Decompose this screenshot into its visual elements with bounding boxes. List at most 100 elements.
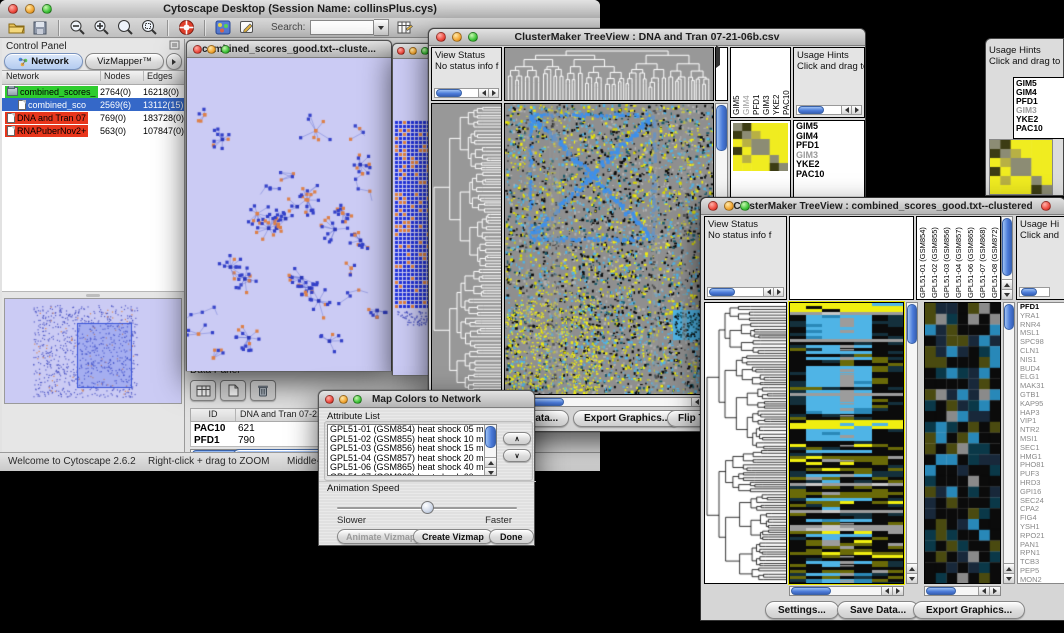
tv1-export-graphics-button[interactable]: Export Graphics...: [573, 410, 681, 427]
tab-overflow-button[interactable]: [166, 53, 182, 70]
tv2-zoom-scrollbar[interactable]: [1003, 302, 1015, 584]
tv1-corner-strip: [715, 47, 728, 101]
minimize-button[interactable]: [724, 201, 734, 211]
scroll-left-icon: [978, 587, 989, 595]
corner-mini-matrix[interactable]: [989, 139, 1053, 195]
tv2-vscrollbar[interactable]: [906, 302, 918, 584]
network-canvas[interactable]: [187, 58, 391, 371]
zoom-selected-icon[interactable]: [139, 19, 159, 37]
open-file-icon[interactable]: [6, 19, 26, 37]
rotated-gene-label: PFD1: [752, 50, 762, 115]
rotated-gene-label: GIM4: [742, 50, 752, 115]
tv2-column-dendrogram[interactable]: [789, 216, 914, 300]
zoom-button[interactable]: [221, 45, 230, 54]
treeview1-titlebar[interactable]: ClusterMaker TreeView : DNA and Tran 07-…: [429, 29, 865, 46]
scroll-right-icon: [989, 587, 1000, 595]
map-dialog-titlebar[interactable]: Map Colors to Network: [319, 391, 534, 408]
zoom-button[interactable]: [468, 32, 478, 42]
zoom-button[interactable]: [42, 4, 52, 14]
network-row[interactable]: combined_sco 2569(6) 13112(15): [2, 98, 184, 111]
network-row[interactable]: RNAPuberNov2+ 563(0) 107847(0): [2, 124, 184, 137]
zoom-fit-icon[interactable]: [115, 19, 135, 37]
network-row[interactable]: combined_scores_ 2764(0) 16218(0): [2, 85, 184, 98]
create-vizmap-button[interactable]: Create Vizmap: [413, 529, 493, 544]
minimize-button[interactable]: [409, 47, 417, 55]
cytoscape-titlebar[interactable]: Cytoscape Desktop (Session Name: collins…: [0, 0, 600, 19]
gene-label[interactable]: PAC10: [1016, 124, 1064, 133]
network-edges: 13112(15): [143, 100, 185, 110]
attribute-list-scrollbar[interactable]: [484, 425, 496, 476]
animation-speed-slider[interactable]: [337, 501, 517, 515]
tv1-status-scrollbar[interactable]: [434, 88, 499, 98]
minimize-button[interactable]: [339, 395, 348, 404]
search-dropdown-button[interactable]: [374, 19, 389, 36]
tv2-export-graphics-button[interactable]: Export Graphics...: [913, 601, 1025, 619]
save-icon[interactable]: [30, 19, 50, 37]
network-view-titlebar[interactable]: combined_scores_good.txt--cluste...: [187, 41, 391, 58]
close-button[interactable]: [397, 47, 405, 55]
treeview2-title: ClusterMaker TreeView : combined_scores_…: [701, 201, 1064, 212]
network-view-window: combined_scores_good.txt--cluste...: [186, 40, 392, 371]
zoom-button[interactable]: [740, 201, 750, 211]
tv2-row-dendrogram[interactable]: [704, 302, 787, 584]
tv1-rotated-gene-labels[interactable]: GIM5GIM4PFD1GIM3YKE2PAC10: [730, 47, 791, 118]
tv2-zoom-heatmap[interactable]: [924, 302, 1001, 584]
animation-speed-label: Animation Speed: [327, 483, 399, 494]
treeview2-titlebar[interactable]: ClusterMaker TreeView : combined_scores_…: [701, 198, 1064, 215]
zoom-out-icon[interactable]: [67, 19, 87, 37]
slider-thumb[interactable]: [421, 501, 434, 514]
tv2-status-scrollbar[interactable]: [707, 287, 784, 297]
tv2-hints-scrollbar[interactable]: [1019, 287, 1050, 297]
attribute-table-icon[interactable]: [395, 19, 415, 37]
tv1-usage-hints: Usage Hints Click and drag to: [793, 47, 865, 118]
tv2-save-data-button[interactable]: Save Data...: [837, 601, 919, 619]
col-edges: Edges: [143, 71, 173, 81]
scroll-down-icon: [1002, 289, 1012, 299]
vizmap-nodes-icon[interactable]: [213, 19, 233, 37]
tab-network[interactable]: Network: [4, 53, 83, 70]
tab-vizmapper[interactable]: VizMapper™: [85, 53, 164, 70]
gene-label[interactable]: PAC10: [796, 170, 862, 180]
annotation-icon[interactable]: [237, 19, 257, 37]
move-attribute-up-button[interactable]: ∧: [503, 432, 531, 445]
tv2-usage-hints: Usage Hi Click and: [1016, 216, 1064, 300]
close-button[interactable]: [708, 201, 718, 211]
tv1-mini-matrix[interactable]: [733, 123, 788, 171]
tv1-hints-scrollbar[interactable]: [796, 105, 862, 115]
status-welcome: Welcome to Cytoscape 2.6.2: [8, 456, 136, 467]
tv1-heatmap[interactable]: [504, 103, 714, 395]
tv1-column-dendrogram[interactable]: [504, 47, 714, 101]
table-mode-icon[interactable]: [190, 380, 216, 401]
gene-label[interactable]: MON2: [1020, 576, 1062, 584]
close-button[interactable]: [325, 395, 334, 404]
minimize-button[interactable]: [452, 32, 462, 42]
minimize-button[interactable]: [25, 4, 35, 14]
minimize-button[interactable]: [207, 45, 216, 54]
close-button[interactable]: [436, 32, 446, 42]
network-row[interactable]: DNA and Tran 07 769(0) 183728(0): [2, 111, 184, 124]
background-network-canvas[interactable]: [393, 59, 431, 375]
attribute-item[interactable]: GPL51-07 (GSM868) heat shock 60 min: [328, 473, 496, 477]
search-input[interactable]: [310, 20, 374, 35]
close-button[interactable]: [8, 4, 18, 14]
zoom-button[interactable]: [353, 395, 362, 404]
animate-vizmap-button[interactable]: Animate Vizmap: [337, 529, 424, 544]
tv2-settings-button[interactable]: Settings...: [765, 601, 839, 619]
tv1-row-dendrogram[interactable]: [431, 103, 502, 395]
background-network-titlebar[interactable]: [393, 44, 431, 59]
move-attribute-down-button[interactable]: ∨: [503, 449, 531, 462]
tv2-labels-scrollbar[interactable]: [1001, 216, 1013, 300]
treeview2-window: ClusterMaker TreeView : combined_scores_…: [700, 197, 1064, 621]
tv2-array-labels[interactable]: GPL51-01 (GSM854)GPL51-02 (GSM855)GPL51-…: [916, 216, 1001, 300]
tv2-heatmap[interactable]: [789, 302, 904, 584]
tv2-hscrollbar-zoom[interactable]: [924, 586, 1001, 596]
new-attribute-icon[interactable]: [220, 380, 246, 401]
tv2-hscrollbar-main[interactable]: [789, 586, 904, 596]
help-lifering-icon[interactable]: [176, 19, 196, 37]
zoom-in-icon[interactable]: [91, 19, 111, 37]
tv1-hscrollbar[interactable]: [504, 397, 714, 407]
done-button[interactable]: Done: [489, 529, 534, 544]
delete-attribute-trash-icon[interactable]: [250, 380, 276, 401]
close-button[interactable]: [193, 45, 202, 54]
birdseye-overview[interactable]: [4, 298, 182, 404]
